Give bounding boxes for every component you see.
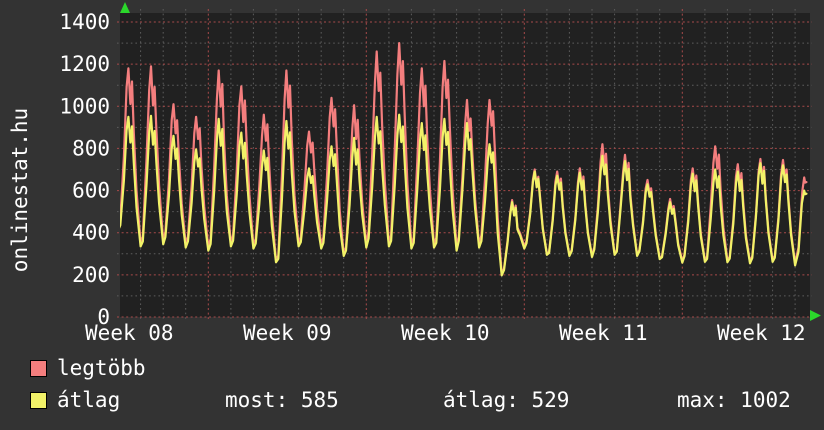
y-axis-arrow-icon [120,2,130,13]
x-axis-arrow-icon [810,310,821,321]
legend-swatch-atlag [30,392,47,409]
svg-text:Week 12: Week 12 [717,321,806,345]
svg-text:600: 600 [72,179,110,203]
stat-atlag: átlag: 529 [443,388,569,412]
legend-label-legtobb: legtöbb [57,356,146,380]
svg-text:Week 10: Week 10 [401,321,490,345]
svg-text:Week 11: Week 11 [559,321,648,345]
svg-text:800: 800 [72,136,110,160]
svg-text:Week 08: Week 08 [85,321,174,345]
legend-label-atlag: átlag [57,388,120,412]
svg-text:1000: 1000 [59,94,110,118]
svg-text:200: 200 [72,263,110,287]
stat-atlag-label: átlag: [443,388,519,412]
legend-swatch-legtobb [30,360,47,377]
svg-text:1400: 1400 [59,10,110,34]
svg-text:Week 09: Week 09 [243,321,332,345]
graph-panel: onlinestat.hu 0200400600800100012001400W… [0,0,824,430]
stat-atlag-value: 529 [531,388,569,412]
svg-text:1200: 1200 [59,52,110,76]
svg-text:400: 400 [72,221,110,245]
x-axis-labels: Week 08 Week 09 Week 10 Week 11 Week 12 [85,321,806,345]
stat-most: most: 585 [225,388,339,412]
stat-max-value: 1002 [740,388,791,412]
chart-canvas: 0200400600800100012001400Week 08Week 09W… [0,0,824,352]
stat-max: max: 1002 [677,388,791,412]
y-axis-labels: 0200400600800100012001400 [59,10,110,329]
stat-most-label: most: [225,388,288,412]
stat-most-value: 585 [301,388,339,412]
stat-max-label: max: [677,388,728,412]
